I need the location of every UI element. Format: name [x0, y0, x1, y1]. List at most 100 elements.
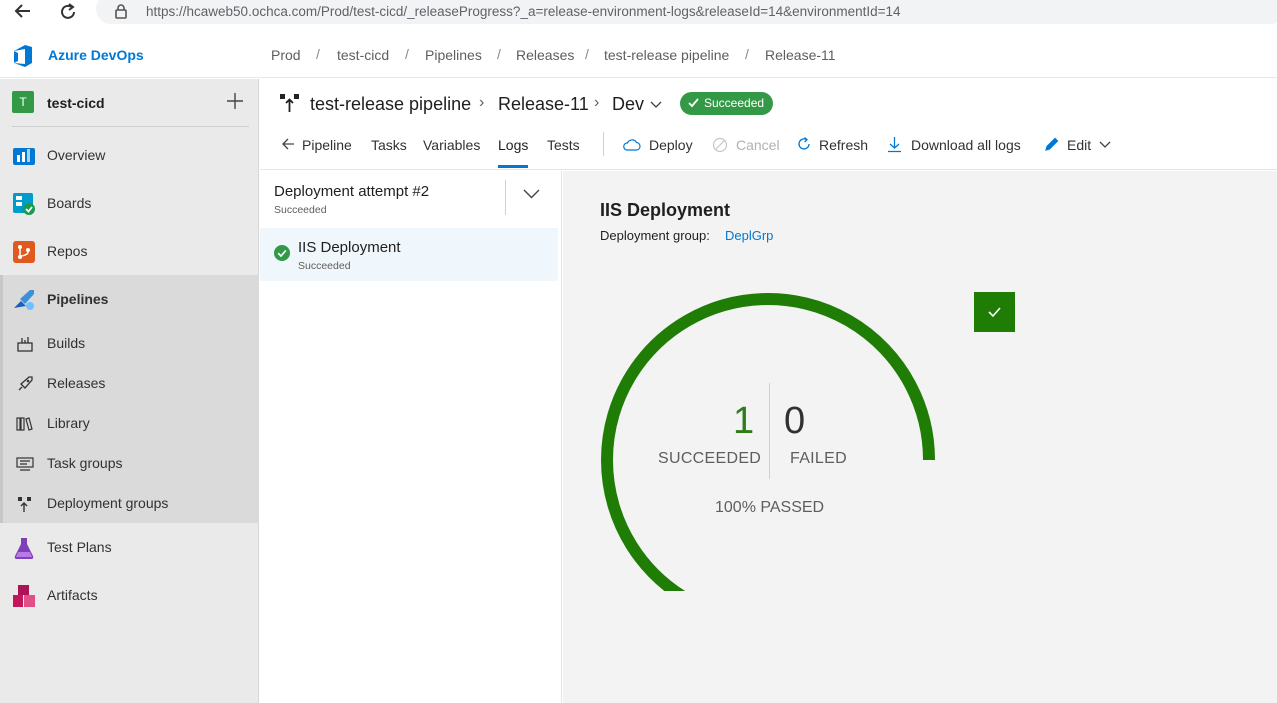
deployment-attempt-status: Succeeded: [274, 204, 327, 216]
pencil-icon[interactable]: [1044, 137, 1059, 152]
breadcrumb-project[interactable]: test-cicd: [337, 47, 389, 63]
reload-icon[interactable]: [55, 0, 81, 24]
back-arrow-icon[interactable]: [10, 0, 36, 24]
azure-devops-logo-icon[interactable]: [11, 43, 37, 69]
succeeded-count: 1: [733, 400, 755, 442]
deployment-attempt-title[interactable]: Deployment attempt #2: [274, 183, 429, 200]
breadcrumb-separator: /: [497, 46, 501, 62]
boards-icon: [13, 193, 35, 215]
success-check-icon[interactable]: [974, 292, 1015, 332]
chevron-right-icon: ›: [594, 94, 600, 111]
nav-item-repos[interactable]: Repos: [0, 227, 259, 275]
browser-toolbar: https://hcaweb50.ochca.com/Prod/test-cic…: [0, 0, 1277, 25]
lock-icon[interactable]: [114, 3, 128, 19]
release-name[interactable]: Release-11: [498, 94, 589, 115]
breadcrumb-pipelines[interactable]: Pipelines: [425, 47, 482, 63]
refresh-button[interactable]: Refresh: [819, 137, 868, 153]
overview-icon: [13, 148, 35, 165]
success-check-icon: [274, 245, 290, 261]
tab-tasks[interactable]: Tasks: [371, 137, 407, 153]
check-icon: [688, 98, 699, 108]
breadcrumb-release[interactable]: Release-11: [765, 47, 836, 63]
job-name: IIS Deployment: [298, 239, 401, 256]
deployment-groups-icon: [18, 497, 31, 512]
release-pipeline-icon: [280, 94, 299, 112]
breadcrumb-releases[interactable]: Releases: [516, 47, 574, 63]
breadcrumb-separator: /: [745, 46, 749, 62]
builds-icon: [17, 337, 33, 352]
chevron-down-icon[interactable]: [523, 189, 540, 199]
tab-tests[interactable]: Tests: [547, 137, 580, 153]
job-status: Succeeded: [298, 260, 351, 272]
passed-percentage: 100% PASSED: [715, 499, 825, 516]
tab-pipeline[interactable]: Pipeline: [302, 137, 352, 153]
status-text: Succeeded: [704, 96, 765, 110]
chevron-right-icon: ›: [479, 94, 485, 111]
divider: [769, 383, 770, 479]
succeeded-label: SUCCEEDED: [658, 450, 762, 467]
nav-item-pipelines[interactable]: Pipelines: [0, 275, 259, 323]
refresh-icon[interactable]: [796, 136, 812, 152]
nav-label: Pipelines: [47, 291, 109, 307]
chevron-down-icon[interactable]: [1099, 141, 1111, 149]
nav-item-overview[interactable]: Overview: [0, 131, 259, 179]
project-name[interactable]: test-cicd: [47, 95, 105, 111]
nav-item-test-plans[interactable]: Test Plans: [0, 523, 259, 571]
project-avatar: T: [12, 91, 34, 113]
nav-label: Library: [47, 415, 90, 431]
divider: [12, 126, 249, 127]
repos-icon: [13, 241, 35, 263]
nav-label: Overview: [47, 147, 106, 163]
gauge-arc: [601, 293, 935, 591]
failed-label: FAILED: [790, 450, 847, 467]
edit-button[interactable]: Edit: [1067, 137, 1091, 153]
nav-label: Repos: [47, 243, 88, 259]
breadcrumb-release-pipeline[interactable]: test-release pipeline: [604, 47, 729, 63]
chevron-down-icon[interactable]: [650, 101, 662, 109]
cancel-icon[interactable]: [712, 137, 728, 153]
release-title-bar: test-release pipeline › Release-11 › Dev…: [260, 79, 1277, 127]
nav-subitem-library[interactable]: Library: [0, 403, 259, 443]
nav-label: Boards: [47, 195, 92, 211]
nav-label: Builds: [47, 335, 86, 351]
list-item[interactable]: IIS Deployment Succeeded: [260, 228, 558, 281]
top-header: Azure DevOps Prod / test-cicd / Pipeline…: [0, 36, 1277, 78]
pass-gauge: [601, 293, 935, 591]
brand-name[interactable]: Azure DevOps: [48, 47, 144, 63]
breadcrumb-org[interactable]: Prod: [271, 47, 301, 63]
deploy-button[interactable]: Deploy: [649, 137, 693, 153]
pipeline-name[interactable]: test-release pipeline: [310, 94, 471, 115]
nav-subitem-task-groups[interactable]: Task groups: [0, 443, 259, 483]
cloud-icon[interactable]: [623, 138, 641, 151]
stage-name[interactable]: Dev: [612, 94, 644, 115]
url-text[interactable]: https://hcaweb50.ochca.com/Prod/test-cic…: [146, 4, 901, 19]
nav-label: Deployment groups: [47, 495, 169, 511]
attempt-list-pane: Deployment attempt #2 Succeeded IIS Depl…: [260, 171, 562, 703]
failed-count: 0: [784, 400, 806, 442]
breadcrumb-separator: /: [585, 46, 589, 62]
cancel-button[interactable]: Cancel: [736, 137, 780, 153]
nav-label: Test Plans: [47, 539, 112, 555]
divider: [505, 180, 506, 215]
nav-label: Releases: [47, 375, 106, 391]
back-arrow-icon[interactable]: [281, 137, 295, 151]
nav-label: Task groups: [47, 455, 123, 471]
artifacts-icon: [13, 585, 35, 607]
left-nav: T test-cicd Overview Boards Repos Pipeli…: [0, 79, 259, 703]
nav-subitem-deployment-groups[interactable]: Deployment groups: [0, 483, 259, 523]
status-badge: Succeeded: [680, 92, 773, 115]
nav-item-artifacts[interactable]: Artifacts: [0, 571, 259, 619]
download-all-logs-button[interactable]: Download all logs: [911, 137, 1021, 153]
tab-variables[interactable]: Variables: [423, 137, 480, 153]
test-plans-icon: [14, 538, 34, 559]
pipelines-group: Pipelines Builds Releases Library Task g…: [0, 275, 259, 523]
nav-subitem-builds[interactable]: Builds: [0, 323, 259, 363]
task-groups-icon: [16, 457, 34, 471]
nav-item-boards[interactable]: Boards: [0, 179, 259, 227]
project-header[interactable]: T test-cicd: [0, 79, 259, 127]
plus-icon[interactable]: [224, 90, 246, 112]
breadcrumb-separator: /: [316, 46, 320, 62]
nav-subitem-releases[interactable]: Releases: [0, 363, 259, 403]
tab-logs[interactable]: Logs: [498, 137, 528, 153]
download-icon[interactable]: [887, 136, 902, 153]
